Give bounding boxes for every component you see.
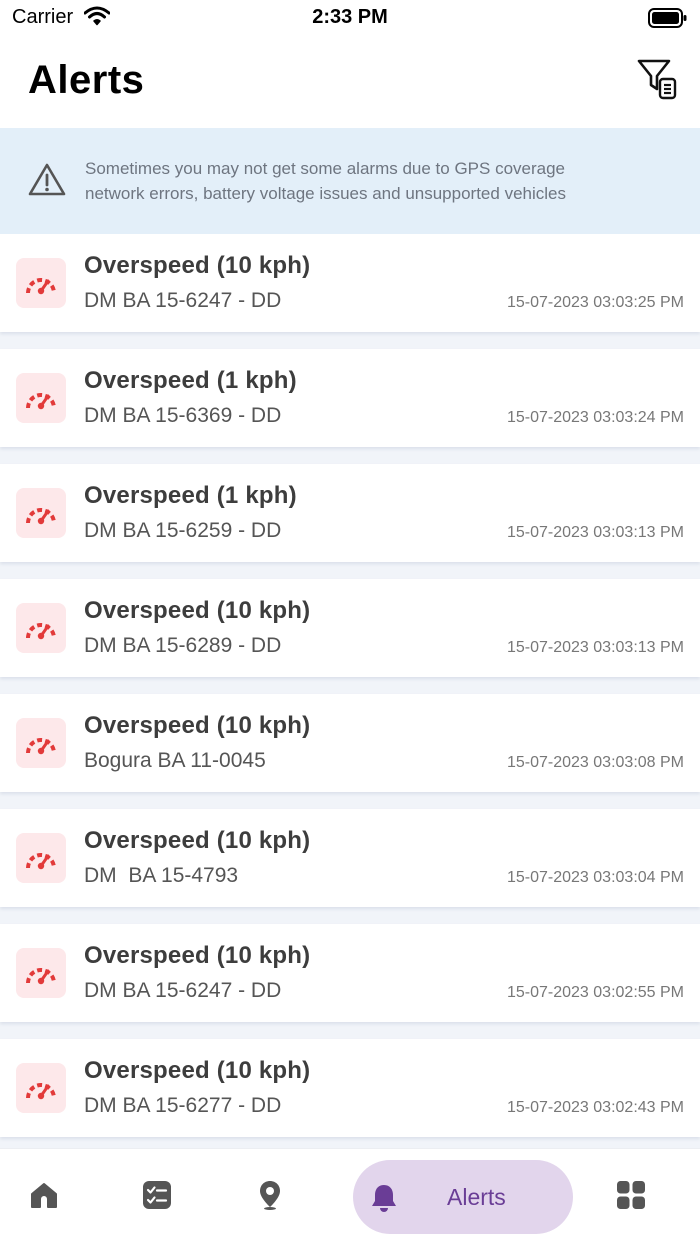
header: Alerts bbox=[0, 36, 700, 128]
speedometer-icon bbox=[16, 258, 66, 308]
notice-text: Sometimes you may not get some alarms du… bbox=[85, 156, 675, 206]
alert-time: 15-07-2023 03:03:24 PM bbox=[506, 409, 684, 426]
speedometer-icon bbox=[16, 833, 66, 883]
alert-time: 15-07-2023 03:03:13 PM bbox=[506, 639, 684, 656]
notice-line-2: network errors, battery voltage issues a… bbox=[85, 184, 566, 203]
bell-icon bbox=[372, 1185, 396, 1212]
alert-card[interactable]: Overspeed (10 kph) Bogura BA 11-0045 15-… bbox=[0, 694, 700, 792]
nav-alerts-label: Alerts bbox=[447, 1184, 506, 1210]
alert-title: Overspeed (10 kph) bbox=[84, 252, 311, 279]
speedometer-icon bbox=[16, 373, 66, 423]
alert-title: Overspeed (10 kph) bbox=[84, 597, 311, 624]
alert-title: Overspeed (10 kph) bbox=[84, 942, 311, 969]
alert-time: 15-07-2023 03:03:04 PM bbox=[506, 869, 684, 886]
alert-card[interactable]: Overspeed (10 kph) DM BA 15-6277 - DD 15… bbox=[0, 1039, 700, 1137]
status-time: 2:33 PM bbox=[312, 6, 388, 28]
alert-vehicle: DM BA 15-6259 - DD bbox=[84, 519, 282, 542]
speedometer-icon bbox=[16, 948, 66, 998]
alert-list[interactable]: Overspeed (10 kph) DM BA 15-6247 - DD 15… bbox=[0, 234, 700, 1148]
nav-alerts[interactable]: Alerts bbox=[353, 1160, 573, 1234]
location-pin-icon bbox=[260, 1181, 280, 1210]
alert-time: 15-07-2023 03:03:25 PM bbox=[506, 294, 684, 311]
status-bar: Carrier 2:33 PM bbox=[0, 0, 700, 36]
grid-menu-icon bbox=[617, 1181, 645, 1209]
alert-vehicle: DM BA 15-6277 - DD bbox=[84, 1094, 282, 1117]
alert-vehicle: DM BA 15-6247 - DD bbox=[84, 289, 282, 312]
home-icon bbox=[31, 1183, 57, 1208]
warning-icon bbox=[28, 162, 66, 196]
alert-title: Overspeed (1 kph) bbox=[84, 482, 297, 509]
speedometer-icon bbox=[16, 488, 66, 538]
nav-menu[interactable] bbox=[615, 1179, 649, 1213]
alert-time: 15-07-2023 03:03:08 PM bbox=[506, 754, 684, 771]
alert-vehicle: DM BA 15-6369 - DD bbox=[84, 404, 282, 427]
alert-card[interactable]: Overspeed (10 kph) DM BA 15-6289 - DD 15… bbox=[0, 579, 700, 677]
alert-time: 15-07-2023 03:02:43 PM bbox=[506, 1099, 684, 1116]
speedometer-icon bbox=[16, 1063, 66, 1113]
speedometer-icon bbox=[16, 603, 66, 653]
alert-card[interactable]: Overspeed (1 kph) DM BA 15-6259 - DD 15-… bbox=[0, 464, 700, 562]
alert-title: Overspeed (10 kph) bbox=[84, 712, 311, 739]
alert-vehicle: Bogura BA 11-0045 bbox=[84, 749, 266, 772]
notice-line-1: Sometimes you may not get some alarms du… bbox=[85, 159, 566, 178]
alert-card[interactable]: Overspeed (10 kph) DM BA 15-4793 15-07-2… bbox=[0, 809, 700, 907]
alert-vehicle: DM BA 15-6247 - DD bbox=[84, 979, 282, 1002]
alert-card[interactable]: Overspeed (10 kph) DM BA 15-6247 - DD 15… bbox=[0, 234, 700, 332]
alert-vehicle: DM BA 15-4793 bbox=[84, 864, 239, 887]
nav-location[interactable] bbox=[254, 1179, 288, 1213]
alert-title: Overspeed (1 kph) bbox=[84, 367, 297, 394]
alert-card[interactable]: Overspeed (10 kph) DM BA 15-6247 - DD 15… bbox=[0, 924, 700, 1022]
alert-card[interactable]: Overspeed (1 kph) DM BA 15-6369 - DD 15-… bbox=[0, 349, 700, 447]
alert-time: 15-07-2023 03:02:55 PM bbox=[506, 984, 684, 1001]
notice-banner: Sometimes you may not get some alarms du… bbox=[0, 128, 700, 234]
filter-button[interactable] bbox=[636, 58, 680, 102]
filter-list-icon bbox=[637, 59, 677, 100]
nav-home[interactable] bbox=[28, 1179, 62, 1213]
speedometer-icon bbox=[16, 718, 66, 768]
alert-title: Overspeed (10 kph) bbox=[84, 1057, 311, 1084]
page-title: Alerts bbox=[28, 58, 145, 102]
nav-tasks[interactable] bbox=[141, 1179, 175, 1213]
alert-time: 15-07-2023 03:03:13 PM bbox=[506, 524, 684, 541]
battery-icon bbox=[648, 8, 688, 28]
bottom-nav: Alerts bbox=[0, 1148, 700, 1244]
checklist-icon bbox=[143, 1181, 171, 1209]
alert-vehicle: DM BA 15-6289 - DD bbox=[84, 634, 282, 657]
alert-title: Overspeed (10 kph) bbox=[84, 827, 311, 854]
